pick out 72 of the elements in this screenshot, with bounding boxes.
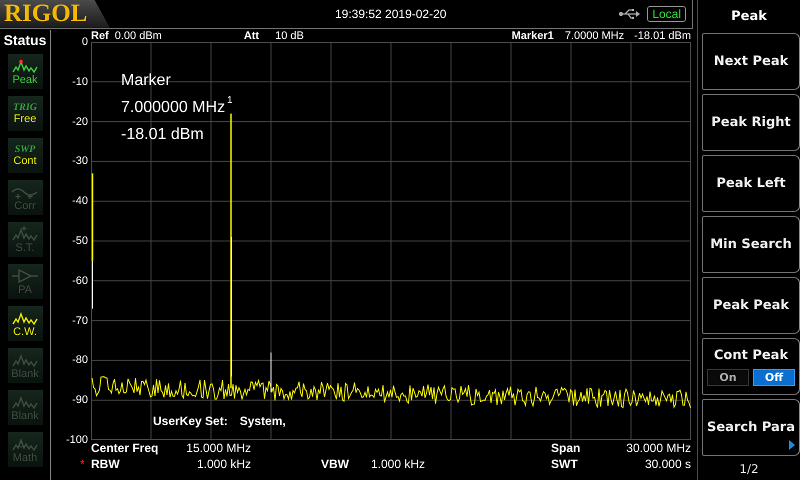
marker-amplitude: -18.01 dBm xyxy=(634,30,691,42)
math-wave-icon xyxy=(10,436,40,452)
attenuation-label: Att xyxy=(244,30,260,42)
softkey[interactable]: Min Search xyxy=(702,216,800,273)
userkey-value: System, xyxy=(240,414,286,428)
softkey[interactable]: Next Peak xyxy=(702,33,800,90)
y-axis-label: 0 xyxy=(82,36,88,48)
status-label: Blank xyxy=(11,368,39,380)
rbw-label: RBW xyxy=(91,456,120,472)
date-time: 19:39:52 2019-02-20 xyxy=(335,7,446,21)
logo: RIGOL xyxy=(0,0,110,28)
status-label: C.W. xyxy=(13,326,37,338)
marker-readout-line: 7.000000 MHz xyxy=(121,99,226,117)
softkey[interactable]: Peak Peak xyxy=(702,277,800,334)
marker-readout-line: Marker xyxy=(121,72,172,90)
wave-icon xyxy=(10,352,40,368)
page-indicator: 1/2 xyxy=(739,462,759,476)
y-axis-label: -100 xyxy=(66,434,88,446)
wave-icon xyxy=(10,310,40,326)
manual-mark: * xyxy=(80,456,85,472)
rbw-value: 1.000 kHz xyxy=(196,456,251,472)
userkey-label: UserKey Set: xyxy=(153,414,228,428)
status-label: Corr xyxy=(14,200,36,212)
status-header: TRIG xyxy=(13,102,37,113)
softkey[interactable]: Peak Left xyxy=(702,155,800,212)
status-label: PA xyxy=(18,284,32,296)
attenuation-value: 10 dB xyxy=(275,30,304,42)
y-axis-label: -50 xyxy=(72,234,88,247)
swt-label: SWT xyxy=(551,456,579,472)
ref-level-label: Ref xyxy=(91,30,109,42)
wave-icon xyxy=(10,394,40,410)
y-axis-label: -70 xyxy=(72,314,88,327)
y-axis-label: -90 xyxy=(72,394,88,406)
y-axis-label: -40 xyxy=(72,195,88,208)
center-freq-value: 15.000 MHz xyxy=(185,440,251,456)
y-axis-label: -10 xyxy=(72,76,88,88)
marker-number: 1 xyxy=(227,96,233,106)
swt-value: 30.000 s xyxy=(644,456,691,472)
vbw-label: VBW xyxy=(321,456,350,472)
status-label: Cont xyxy=(13,155,37,167)
y-axis-label: -30 xyxy=(72,155,88,168)
softkey[interactable]: Peak Right xyxy=(702,94,800,151)
status-title: Status xyxy=(4,32,46,48)
marker-readout-line: -18.01 dBm xyxy=(121,126,205,144)
status-header: SWP xyxy=(14,144,36,155)
marker-frequency: 7.0000 MHz xyxy=(564,30,624,42)
toggle-option[interactable]: On xyxy=(707,368,749,386)
peak-wave-icon xyxy=(10,58,40,74)
ref-level-value: 0.00 dBm xyxy=(114,30,162,42)
status-label: S.T. xyxy=(16,242,34,254)
status-label: Peak xyxy=(12,74,38,86)
menu-title: Peak xyxy=(731,8,767,26)
softkey-label: Cont Peak xyxy=(714,348,788,362)
wave-plus-icon xyxy=(10,226,40,242)
marker-label: Marker1 xyxy=(512,30,554,42)
y-axis-label: -20 xyxy=(72,116,88,128)
status-label: Free xyxy=(14,113,36,125)
status-label: Math xyxy=(12,452,38,464)
y-axis-label: -80 xyxy=(72,354,88,366)
usb-icon xyxy=(619,8,642,20)
submenu-softkey[interactable]: Search Para xyxy=(702,399,800,456)
span-label: Span xyxy=(551,440,582,456)
toggle-softkey[interactable]: Cont Peak On Off xyxy=(702,338,800,395)
span-value: 30.000 MHz xyxy=(625,440,691,456)
submenu-arrow-icon xyxy=(789,440,795,450)
center-freq-label: Center Freq xyxy=(91,440,160,456)
remote-status-badge: Local xyxy=(647,6,686,22)
y-axis-label: -60 xyxy=(72,274,88,287)
vbw-value: 1.000 kHz xyxy=(371,456,426,472)
amplifier-icon xyxy=(10,268,40,284)
toggle-option[interactable]: Off xyxy=(753,368,795,386)
status-label: Blank xyxy=(11,410,39,422)
